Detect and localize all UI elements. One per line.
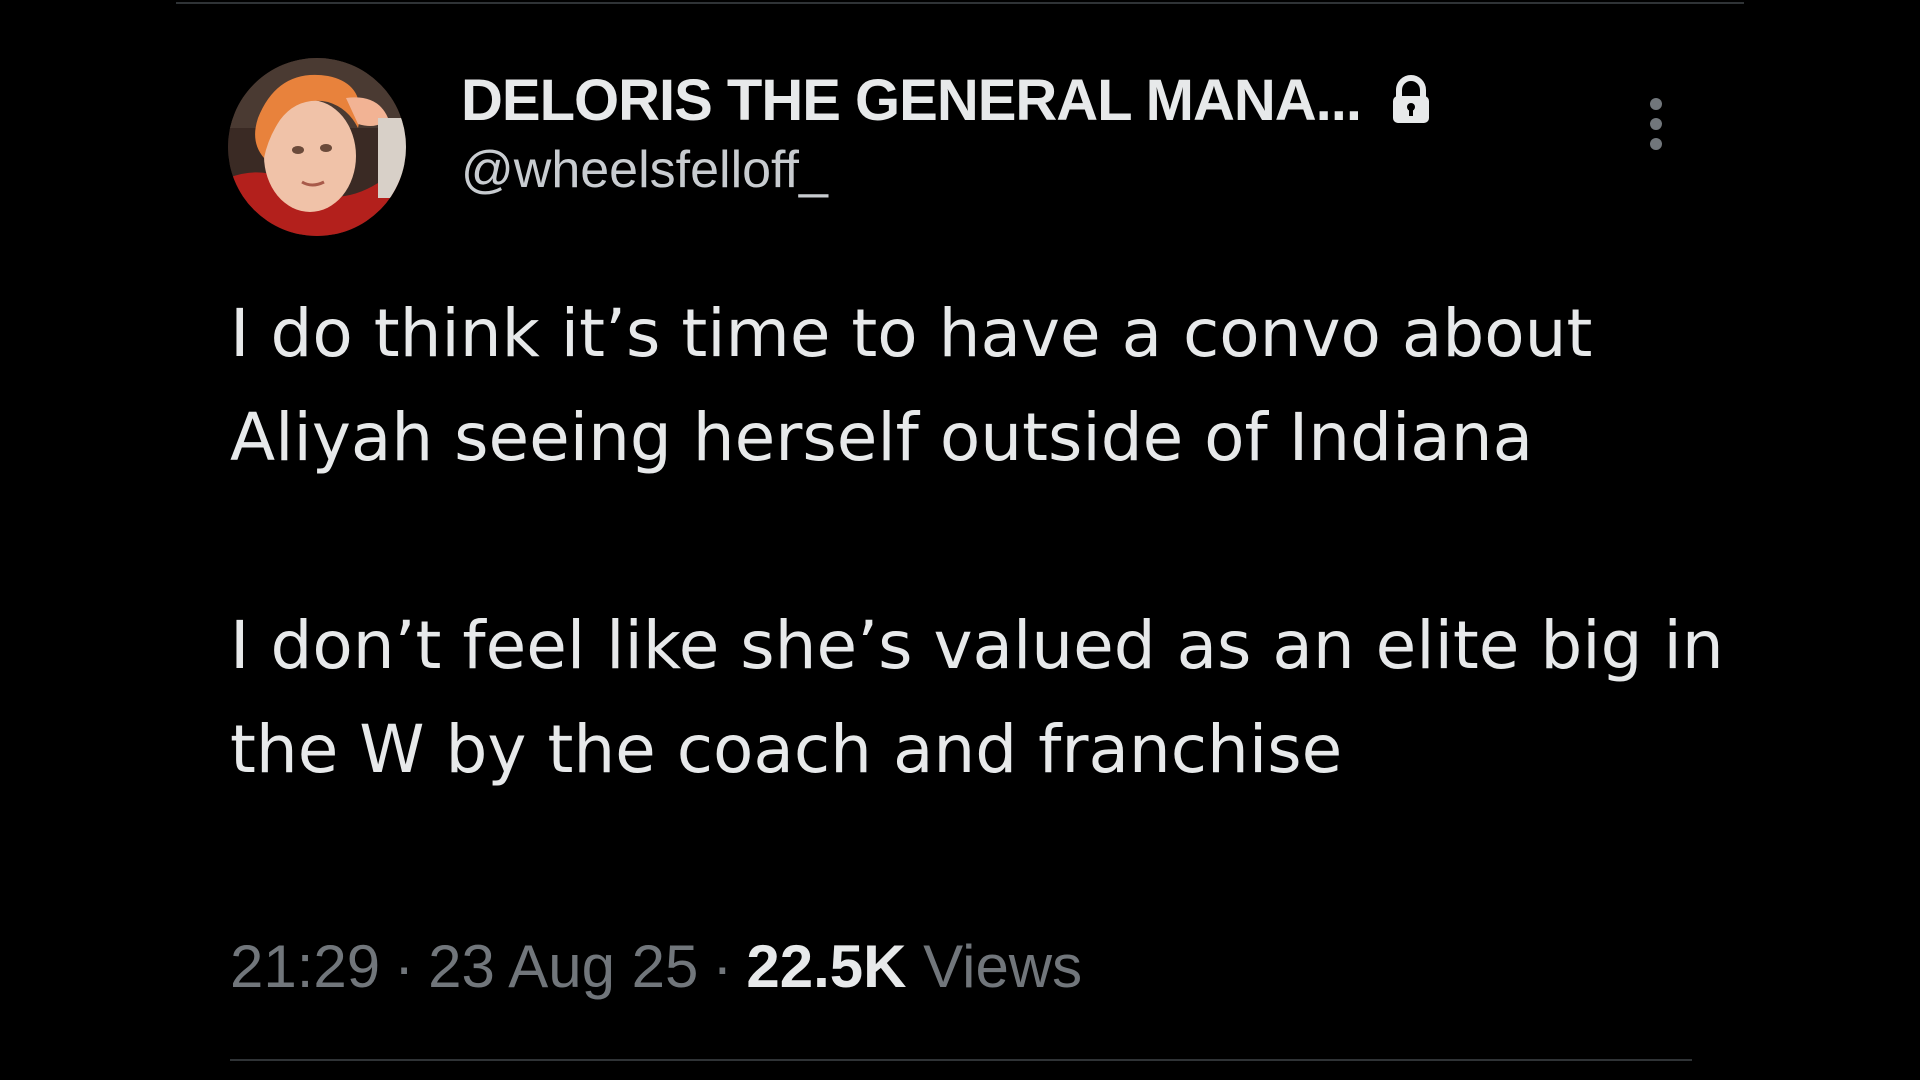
profile-photo — [228, 58, 406, 236]
display-name[interactable]: DELORIS THE GENERAL MANA... — [461, 67, 1362, 134]
name-row: DELORIS THE GENERAL MANA... — [461, 64, 1433, 136]
tweet-date[interactable]: 23 Aug 25 — [428, 933, 698, 1000]
avatar[interactable] — [228, 58, 406, 236]
tweet-paragraph: I don’t feel like she’s valued as an eli… — [230, 607, 1724, 788]
views-label: Views — [923, 933, 1083, 1000]
more-vertical-icon[interactable] — [1638, 98, 1674, 160]
views-count: 22.5K — [746, 933, 907, 1000]
top-divider — [176, 2, 1744, 4]
tweet-author[interactable]: DELORIS THE GENERAL MANA... @wheelsfello… — [461, 64, 1433, 200]
tweet-paragraph: I do think it’s time to have a convo abo… — [230, 295, 1593, 476]
tweet-meta: 21:29 · 23 Aug 25 · 22.5K Views — [230, 932, 1082, 1001]
user-handle[interactable]: @wheelsfelloff_ — [461, 140, 1433, 200]
separator: · — [712, 933, 733, 1000]
tweet-time[interactable]: 21:29 — [230, 933, 380, 1000]
bottom-divider — [230, 1059, 1692, 1061]
dot — [1650, 138, 1662, 150]
dot — [1650, 98, 1662, 110]
lock-icon — [1389, 75, 1433, 125]
dot — [1650, 118, 1662, 130]
separator: · — [394, 933, 415, 1000]
tweet-text: I do think it’s time to have a convo abo… — [230, 282, 1790, 802]
